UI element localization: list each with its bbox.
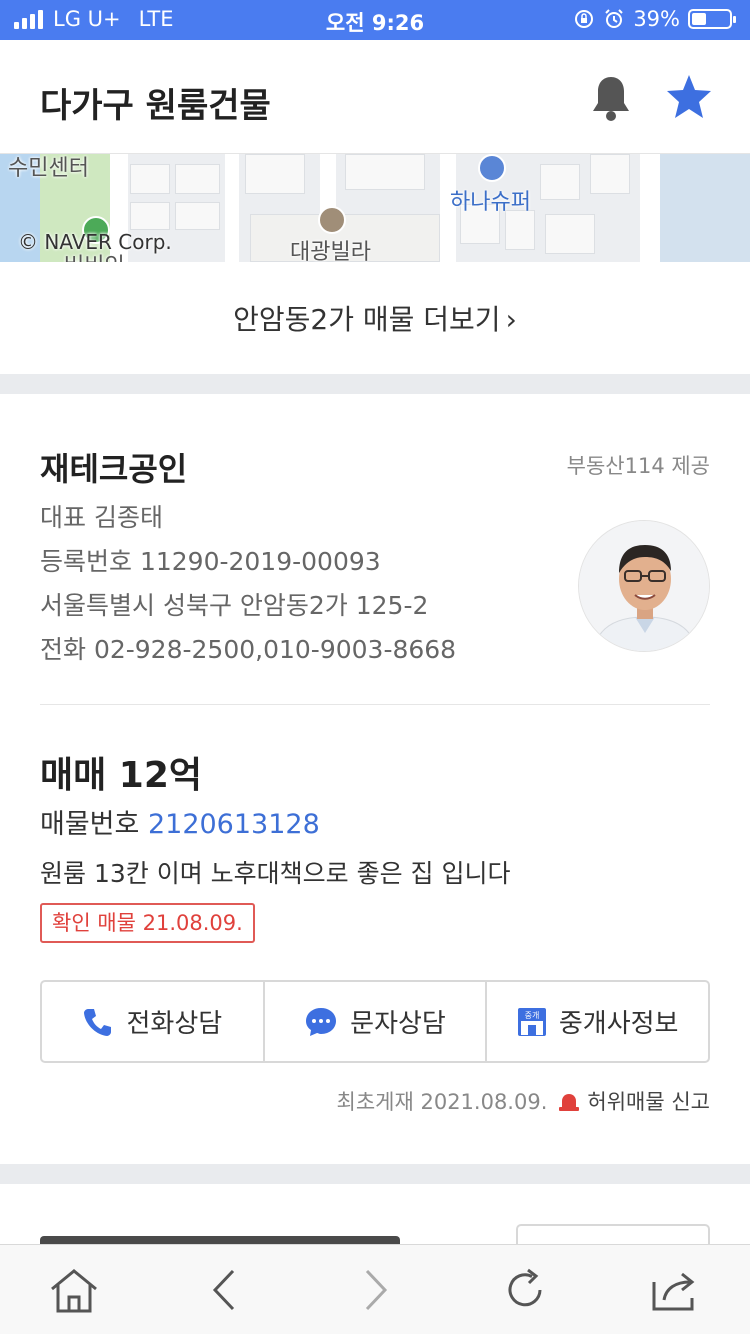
posted-date: 최초게재 2021.08.09.: [336, 1090, 548, 1114]
rotation-lock-icon: [575, 10, 594, 28]
battery-icon: [688, 9, 736, 29]
home-button[interactable]: [46, 1265, 102, 1315]
agent-registration: 등록번호 11290-2019-00093: [40, 547, 381, 576]
call-button[interactable]: 전화상담: [42, 982, 265, 1061]
reload-button[interactable]: [497, 1265, 553, 1315]
map-label-cut: 버비인: [64, 248, 125, 262]
next-section-partial: [0, 1184, 750, 1244]
agent-office-icon: 중개: [517, 1007, 546, 1036]
map-view[interactable]: 수민센터 대광빌라 하나슈퍼 © NAVER Corp. 버비인: [0, 154, 750, 262]
map-label-community-center: 수민센터: [8, 156, 89, 181]
share-icon: [652, 1272, 695, 1311]
call-button-label: 전화상담: [126, 1009, 223, 1039]
listing-number-label: 매물번호: [40, 809, 140, 840]
provider-label: 부동산114 제공: [566, 454, 710, 478]
section-divider: [0, 374, 750, 394]
phone-icon: [84, 1008, 112, 1036]
back-button[interactable]: [196, 1265, 252, 1315]
message-button-label: 문자상담: [350, 1009, 446, 1039]
verified-badge: 확인 매물 21.08.09.: [40, 903, 255, 943]
agent-phone[interactable]: 전화 02-928-2500,010-9003-8668: [40, 630, 456, 666]
listing-number[interactable]: 2120613128: [148, 809, 320, 840]
bell-icon[interactable]: [590, 74, 632, 122]
home-icon: [51, 1269, 97, 1313]
back-icon: [212, 1269, 235, 1311]
browser-toolbar: [0, 1244, 750, 1334]
map-label-villa: 대광빌라: [290, 240, 371, 262]
star-icon[interactable]: [664, 72, 714, 122]
agent-representative: 대표 김종태: [40, 503, 163, 532]
page-header: 다가구 원룸건물: [0, 40, 750, 154]
contact-actions: 전화상담 문자상담 중개 중개사정보: [40, 980, 710, 1063]
listing-price: 매매 12억: [40, 755, 202, 796]
reload-icon: [508, 1268, 542, 1307]
siren-icon: [559, 1094, 580, 1111]
battery-percent: 39%: [633, 7, 680, 31]
store-marker-icon: [478, 154, 506, 182]
section-divider: [0, 1164, 750, 1184]
agent-info-button-label: 중개사정보: [558, 1009, 679, 1039]
status-bar: LG U+ LTE 오전 9:26 39%: [0, 0, 750, 40]
message-button[interactable]: 문자상담: [265, 982, 488, 1061]
chevron-right-icon: ›: [505, 303, 517, 336]
posting-info: 최초게재 2021.08.09. 허위매물 신고: [337, 1086, 710, 1116]
report-fake-listing[interactable]: 허위매물 신고: [557, 1086, 710, 1116]
forward-button[interactable]: [348, 1265, 404, 1315]
agent-office-icon-text: 중개: [525, 1010, 540, 1020]
agent-info-button[interactable]: 중개 중개사정보: [487, 982, 708, 1061]
listing-number-row: 매물번호 2120613128: [40, 802, 320, 841]
report-label: 허위매물 신고: [587, 1090, 710, 1114]
building-marker-icon: [318, 206, 346, 234]
alarm-icon: [605, 9, 624, 28]
divider: [40, 704, 710, 705]
share-button[interactable]: [646, 1265, 702, 1315]
page-title: 다가구 원룸건물: [40, 86, 271, 126]
more-listings-label: 안암동2가 매물 더보기: [233, 303, 501, 336]
map-label-store: 하나슈퍼: [450, 190, 531, 215]
forward-icon: [365, 1269, 388, 1311]
more-listings-link[interactable]: 안암동2가 매물 더보기 ›: [0, 262, 750, 374]
agent-address: 서울특별시 성북구 안암동2가 125-2: [40, 591, 429, 620]
section-button-cut[interactable]: [516, 1224, 710, 1244]
agent-name: 재테크공인: [40, 450, 188, 488]
agent-avatar: [578, 520, 710, 652]
listing-description: 원룸 13칸 이며 노후대책으로 좋은 집 입니다: [40, 859, 511, 888]
chat-icon: [306, 1007, 337, 1036]
section-title-cut: [40, 1236, 400, 1244]
